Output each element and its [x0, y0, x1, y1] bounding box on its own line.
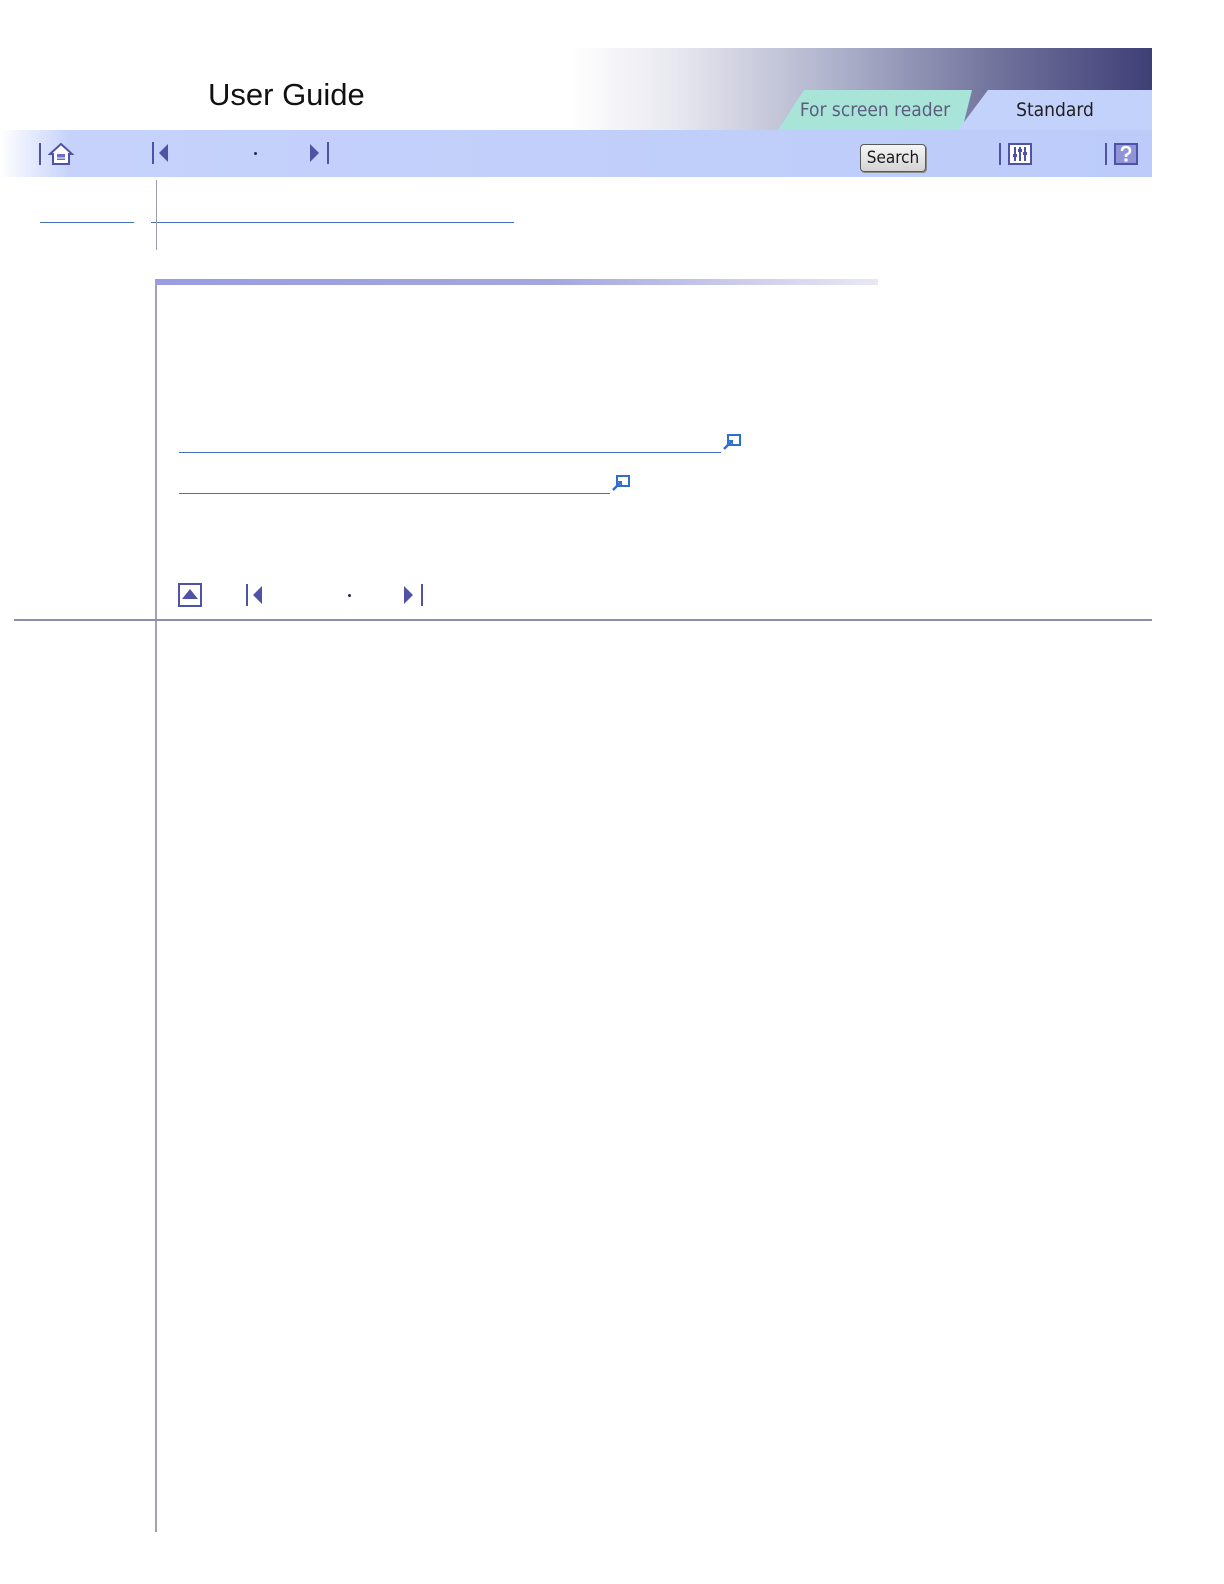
settings-icon	[1008, 143, 1032, 165]
jump-link-icon	[723, 434, 741, 450]
home-button[interactable]	[47, 142, 75, 166]
previous-icon	[253, 586, 262, 604]
settings-button[interactable]	[1008, 143, 1032, 165]
back-to-top-button[interactable]	[178, 583, 202, 607]
footer-previous-button[interactable]	[246, 583, 270, 607]
separator	[1105, 143, 1107, 165]
next-button[interactable]	[308, 141, 332, 165]
jump-link-icon	[612, 475, 630, 491]
footer-divider	[14, 619, 1152, 621]
help-icon	[1114, 143, 1138, 165]
next-icon	[404, 586, 413, 604]
home-icon	[47, 142, 75, 165]
content-link-2[interactable]	[179, 493, 610, 494]
next-icon	[310, 144, 319, 162]
nav-dot	[348, 594, 351, 597]
previous-icon	[159, 144, 168, 162]
nav-dot	[254, 152, 257, 155]
next-bar	[327, 142, 329, 164]
separator	[999, 143, 1001, 165]
breadcrumb-link-home[interactable]	[40, 222, 134, 223]
search-button[interactable]: Search	[860, 144, 926, 172]
previous-button[interactable]	[152, 141, 176, 165]
content-left-border	[155, 279, 157, 1532]
footer-next-button[interactable]	[402, 583, 426, 607]
content-link-1[interactable]	[179, 452, 721, 453]
tab-screen-reader[interactable]: For screen reader	[778, 90, 972, 130]
tab-standard-label: Standard	[1016, 99, 1094, 121]
tab-standard[interactable]: Standard	[958, 90, 1152, 130]
separator	[39, 143, 41, 165]
help-button[interactable]	[1114, 143, 1138, 165]
app-title: User Guide	[208, 77, 365, 112]
previous-bar	[246, 584, 248, 606]
content-link-2-jump[interactable]	[611, 474, 631, 492]
previous-bar	[152, 142, 154, 164]
top-icon	[178, 583, 202, 607]
breadcrumb-divider	[156, 180, 157, 250]
breadcrumb-link-section[interactable]	[151, 222, 514, 223]
next-bar	[421, 584, 423, 606]
section-heading-bar	[156, 279, 878, 285]
tab-screen-reader-label: For screen reader	[799, 99, 951, 121]
content-link-1-jump[interactable]	[722, 433, 742, 451]
